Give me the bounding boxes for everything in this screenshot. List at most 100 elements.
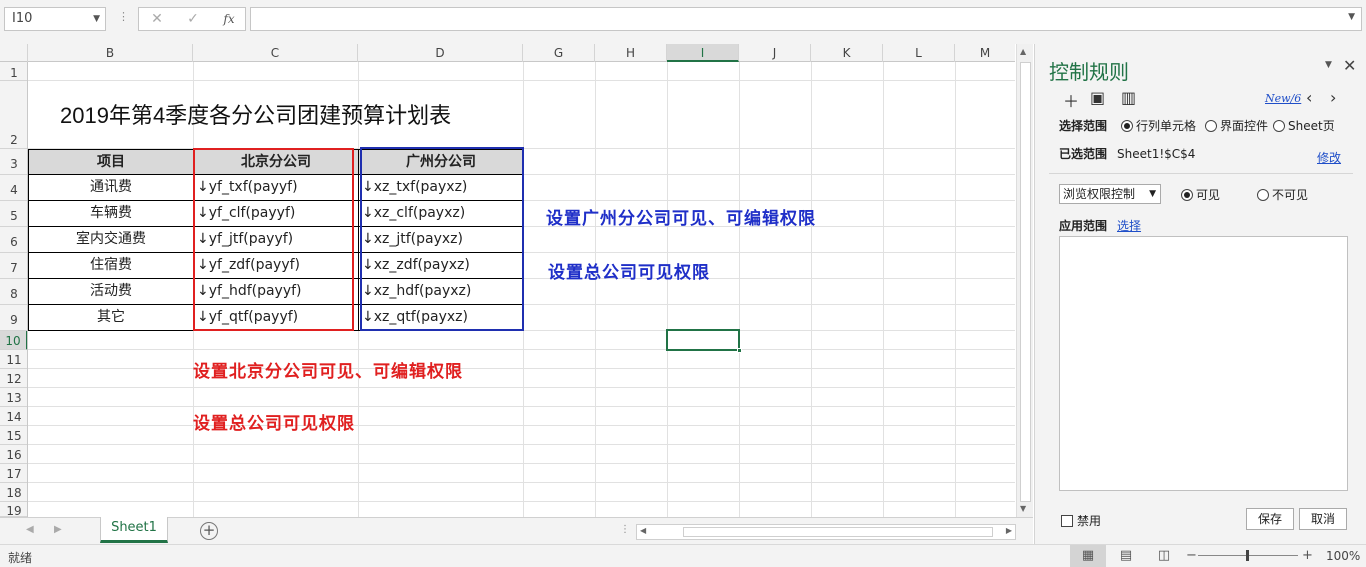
chevron-down-icon[interactable]: ▼ [93,8,100,30]
row-header[interactable]: 17 [0,464,27,483]
row-header[interactable]: 2 [0,81,27,149]
enter-icon[interactable]: ✓ [183,10,203,28]
scroll-up-icon[interactable]: ▲ [1020,47,1026,56]
row-header[interactable]: 4 [0,175,27,201]
page-layout-icon[interactable]: ▤ [1108,545,1144,567]
tab-prev-icon[interactable]: ◀ [26,524,34,535]
delete-rule-icon[interactable]: ▥ [1121,88,1136,107]
radio-unselected[interactable] [1273,120,1285,132]
selected-range-value: Sheet1!$C$4 [1117,147,1196,161]
radio-selected[interactable] [1181,189,1193,201]
column-header-j[interactable]: J [739,44,811,62]
page-break-icon[interactable]: ◫ [1146,545,1182,567]
row-header[interactable]: 14 [0,407,27,426]
scroll-right-icon[interactable]: ▶ [1006,526,1012,535]
item-cell[interactable]: 车辆费 [28,200,194,227]
select-link[interactable]: 选择 [1117,217,1141,234]
checkbox-box[interactable] [1061,515,1073,527]
column-header-d[interactable]: D [358,44,523,62]
radio-unselected[interactable] [1205,120,1217,132]
column-header-k[interactable]: K [811,44,883,62]
row-header[interactable]: 7 [0,253,27,279]
column-header-l[interactable]: L [883,44,955,62]
save-button[interactable]: 保存 [1246,508,1294,530]
close-icon[interactable]: ✕ [1343,56,1356,75]
item-cell[interactable]: 活动费 [28,278,194,305]
normal-view-icon[interactable]: ▦ [1070,545,1106,567]
rule-count-link[interactable]: New/6 [1265,92,1301,105]
zoom-level[interactable]: 100% [1326,549,1360,563]
chevron-down-icon[interactable]: ▼ [1149,185,1156,203]
row-header[interactable]: 5 [0,201,27,227]
range-option-sheet[interactable]: Sheet页 [1273,117,1335,134]
visibility-option-visible[interactable]: 可见 [1181,186,1220,203]
zoom-slider[interactable] [1198,550,1298,561]
item-cell[interactable]: 住宿费 [28,252,194,279]
row-header[interactable]: 11 [0,350,27,369]
cancel-icon[interactable]: ✕ [147,10,167,28]
pane-options-icon[interactable]: ▼ [1325,60,1332,70]
column-header-b[interactable]: B [28,44,193,62]
range-option-label: 界面控件 [1220,119,1269,133]
add-rule-icon[interactable]: ＋ [1063,88,1079,112]
item-cell[interactable]: 室内交通费 [28,226,194,253]
scroll-left-icon[interactable]: ◀ [640,526,646,535]
spreadsheet-grid[interactable]: 2019年第4季度各分公司团建预算计划表 项目 北京分公司 广州分公司 通讯费 … [28,62,1015,517]
row-header[interactable]: 1 [0,62,27,81]
sheet-title[interactable]: 2019年第4季度各分公司团建预算计划表 [60,98,451,130]
column-header-m[interactable]: M [955,44,1015,62]
row-header[interactable]: 13 [0,388,27,407]
column-header-h[interactable]: H [595,44,667,62]
row-header[interactable]: 10 [0,331,27,350]
row-header[interactable]: 3 [0,149,27,175]
column-header-c[interactable]: C [193,44,358,62]
save-rule-icon[interactable]: ▣ [1090,88,1105,107]
visibility-option-hidden[interactable]: 不可见 [1257,186,1308,203]
row-header[interactable]: 9 [0,305,27,331]
expand-formula-icon[interactable]: ▼ [1348,12,1355,22]
row-header[interactable]: 15 [0,426,27,445]
row-header[interactable]: 6 [0,227,27,253]
range-option-cells[interactable]: 行列单元格 [1121,117,1196,134]
zoom-out-icon[interactable]: − [1186,548,1197,563]
column-header-i[interactable]: I [667,44,739,62]
row-header[interactable]: 18 [0,483,27,502]
status-bar: 就绪 ▦ ▤ ◫ − + 100% [0,544,1366,567]
apply-range-list[interactable] [1059,236,1348,491]
row-header[interactable]: 12 [0,369,27,388]
name-box[interactable]: I10 ▼ [4,7,106,31]
column-header-g[interactable]: G [523,44,595,62]
add-sheet-icon[interactable]: + [200,522,218,540]
zoom-in-icon[interactable]: + [1302,548,1313,563]
horizontal-scroll-thumb[interactable] [683,527,993,537]
radio-unselected[interactable] [1257,189,1269,201]
fill-handle[interactable] [737,348,742,353]
header-cell-item[interactable]: 项目 [28,149,194,175]
cancel-button[interactable]: 取消 [1299,508,1347,530]
active-cell[interactable] [666,329,742,353]
row-header[interactable]: 8 [0,279,27,305]
disable-checkbox[interactable]: 禁用 [1061,512,1101,529]
item-cell[interactable]: 其它 [28,304,194,331]
row-header[interactable]: 16 [0,445,27,464]
sheet-tab-sheet1[interactable]: Sheet1 [100,517,168,543]
formula-input[interactable]: ▼ [250,7,1362,31]
annotation-beijing-hq: 设置总公司可见权限 [193,414,355,434]
function-icon[interactable]: fx [219,10,239,28]
zoom-slider-knob[interactable] [1246,550,1249,561]
next-rule-icon[interactable]: › [1330,88,1336,107]
tab-next-icon[interactable]: ▶ [54,524,62,535]
mode-select-value: 浏览权限控制 [1063,187,1136,201]
scroll-down-icon[interactable]: ▼ [1020,504,1026,513]
horizontal-scrollbar[interactable]: ◀ ▶ [636,524,1016,540]
range-option-controls[interactable]: 界面控件 [1205,117,1268,134]
vertical-scrollbar[interactable]: ▲ ▼ [1016,44,1033,517]
item-cell[interactable]: 通讯费 [28,174,194,201]
prev-rule-icon[interactable]: ‹ [1306,88,1312,107]
modify-link[interactable]: 修改 [1317,149,1341,166]
mode-select[interactable]: 浏览权限控制 ▼ [1059,184,1161,204]
vertical-scroll-thumb[interactable] [1020,62,1031,502]
row-header[interactable]: 19 [0,502,27,517]
select-all-corner[interactable] [0,44,28,62]
radio-selected[interactable] [1121,120,1133,132]
